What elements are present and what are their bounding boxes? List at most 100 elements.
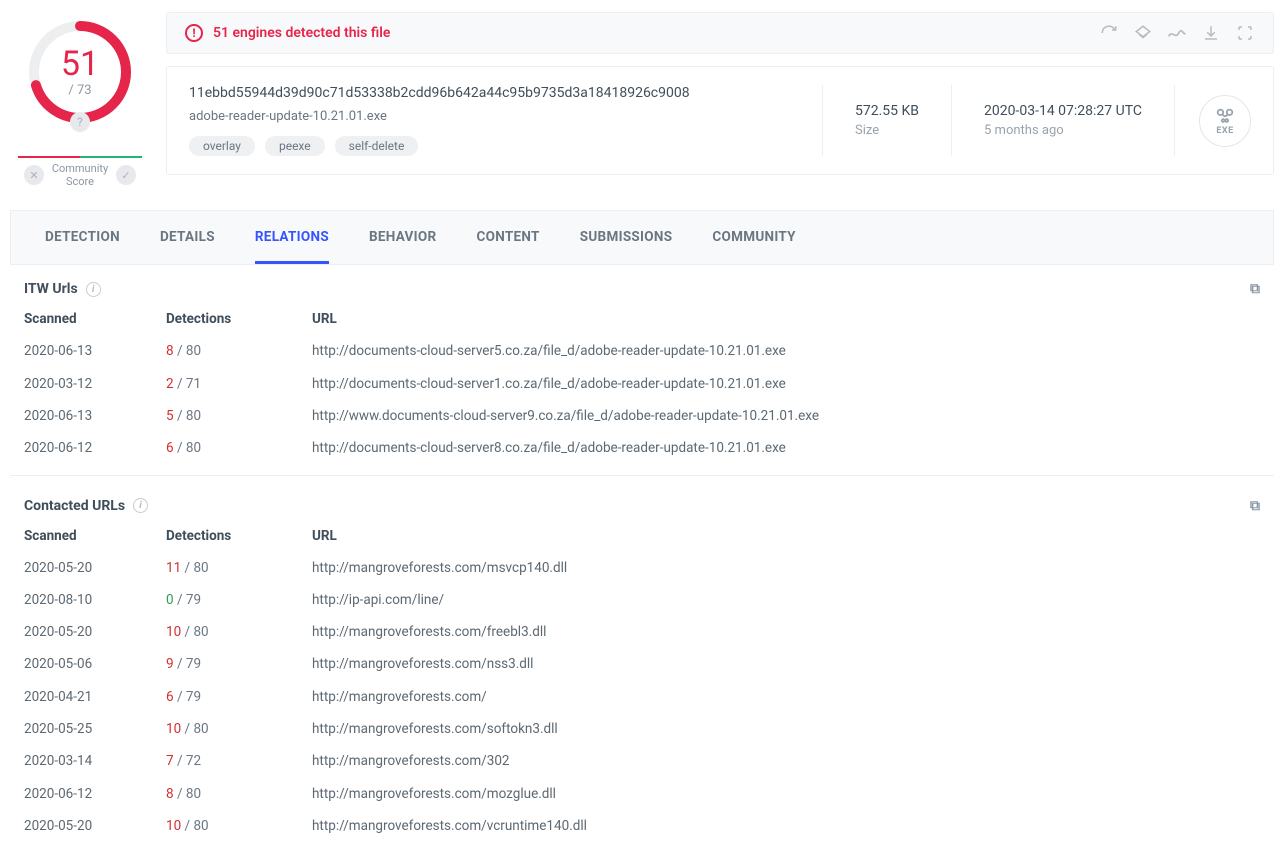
cell-detections: 6 / 80: [166, 436, 312, 460]
download-icon[interactable]: [1201, 23, 1221, 43]
cell-detections: 10 / 80: [166, 814, 312, 838]
alert-bar: ! 51 engines detected this file: [166, 12, 1274, 54]
tag[interactable]: self-delete: [335, 136, 419, 156]
table-row[interactable]: 2020-05-2010 / 80http://mangroveforests.…: [10, 810, 1274, 842]
section-itw-title: ITW Urls: [24, 281, 78, 297]
cell-url: http://mangroveforests.com/302: [312, 749, 1260, 773]
tab-content[interactable]: CONTENT: [476, 211, 539, 264]
cell-scanned: 2020-04-21: [24, 685, 166, 709]
copy-icon[interactable]: ⧉: [1250, 281, 1260, 297]
cell-url: http://mangroveforests.com/nss3.dll: [312, 652, 1260, 676]
info-icon[interactable]: i: [86, 282, 101, 297]
file-hash: 11ebbd55944d39d90c71d53338b2cdd96b642a44…: [189, 85, 798, 101]
info-icon[interactable]: i: [133, 498, 148, 513]
col-scanned: Scanned: [24, 311, 166, 327]
community-score-label: Community Score: [50, 162, 110, 188]
col-detections: Detections: [166, 311, 312, 327]
table-row[interactable]: 2020-05-2010 / 80http://mangroveforests.…: [10, 616, 1274, 648]
file-info-card: 11ebbd55944d39d90c71d53338b2cdd96b642a44…: [166, 66, 1274, 175]
cell-scanned: 2020-05-25: [24, 717, 166, 741]
cell-url: http://mangroveforests.com/softokn3.dll: [312, 717, 1260, 741]
tag[interactable]: peexe: [265, 136, 325, 156]
cell-scanned: 2020-03-12: [24, 372, 166, 396]
cell-detections: 10 / 80: [166, 717, 312, 741]
cell-url: http://documents-cloud-server8.co.za/fil…: [312, 436, 1260, 460]
cell-url: http://documents-cloud-server5.co.za/fil…: [312, 339, 1260, 363]
col-scanned: Scanned: [24, 528, 166, 544]
cell-detections: 6 / 79: [166, 685, 312, 709]
cell-detections: 9 / 79: [166, 652, 312, 676]
community-bar: [18, 156, 142, 158]
cell-scanned: 2020-06-12: [24, 436, 166, 460]
contacted-table: Scanned Detections URL 2020-05-2011 / 80…: [10, 524, 1274, 842]
community-help-icon[interactable]: ?: [70, 112, 90, 132]
cell-scanned: 2020-06-12: [24, 782, 166, 806]
cell-scanned: 2020-03-14: [24, 749, 166, 773]
cell-detections: 7 / 72: [166, 749, 312, 773]
section-itw-header: ITW Urls i ⧉: [10, 265, 1274, 307]
table-row[interactable]: 2020-06-135 / 80http://www.documents-clo…: [10, 400, 1274, 432]
file-size-label: Size: [855, 123, 919, 138]
tab-details[interactable]: DETAILS: [160, 211, 215, 264]
community-dislike-icon[interactable]: ✕: [24, 165, 44, 185]
cell-url: http://mangroveforests.com/: [312, 685, 1260, 709]
cell-url: http://www.documents-cloud-server9.co.za…: [312, 404, 1260, 428]
col-url: URL: [312, 311, 1260, 327]
section-contacted-header: Contacted URLs i ⧉: [10, 482, 1274, 524]
cell-detections: 11 / 80: [166, 556, 312, 580]
table-row[interactable]: 2020-05-2011 / 80http://mangroveforests.…: [10, 552, 1274, 584]
tag[interactable]: overlay: [189, 136, 255, 156]
copy-icon[interactable]: ⧉: [1250, 498, 1260, 514]
cell-detections: 8 / 80: [166, 339, 312, 363]
table-row[interactable]: 2020-03-147 / 72http://mangroveforests.c…: [10, 745, 1274, 777]
table-row[interactable]: 2020-06-128 / 80http://mangroveforests.c…: [10, 778, 1274, 810]
table-row[interactable]: 2020-05-069 / 79http://mangroveforests.c…: [10, 648, 1274, 680]
tab-behavior[interactable]: BEHAVIOR: [369, 211, 437, 264]
scan-date-relative: 5 months ago: [984, 123, 1142, 138]
table-row[interactable]: 2020-08-100 / 79http://ip-api.com/line/: [10, 584, 1274, 616]
tab-submissions[interactable]: SUBMISSIONS: [580, 211, 673, 264]
tab-community[interactable]: COMMUNITY: [712, 211, 796, 264]
scan-date: 2020-03-14 07:28:27 UTC: [984, 103, 1142, 119]
cell-url: http://mangroveforests.com/mozglue.dll: [312, 782, 1260, 806]
file-size: 572.55 KB: [855, 103, 919, 119]
cell-url: http://mangroveforests.com/msvcp140.dll: [312, 556, 1260, 580]
cell-detections: 8 / 80: [166, 782, 312, 806]
cell-scanned: 2020-08-10: [24, 588, 166, 612]
section-contacted-title: Contacted URLs: [24, 498, 125, 514]
detection-count: 51: [61, 47, 99, 81]
table-row[interactable]: 2020-06-126 / 80http://documents-cloud-s…: [10, 432, 1274, 464]
filetype-icon: EXE: [1199, 95, 1251, 147]
score-widget: 51 / 73 ? ✕ Community Score ✓: [10, 12, 150, 188]
cell-url: http://ip-api.com/line/: [312, 588, 1260, 612]
table-row[interactable]: 2020-03-122 / 71http://documents-cloud-s…: [10, 368, 1274, 400]
table-row[interactable]: 2020-04-216 / 79http://mangroveforests.c…: [10, 681, 1274, 713]
file-name: adobe-reader-update-10.21.01.exe: [189, 109, 798, 124]
similar-icon[interactable]: [1133, 23, 1153, 43]
warning-icon: !: [185, 24, 203, 42]
cell-detections: 10 / 80: [166, 620, 312, 644]
tab-detection[interactable]: DETECTION: [45, 211, 120, 264]
cell-scanned: 2020-06-13: [24, 339, 166, 363]
cell-detections: 0 / 79: [166, 588, 312, 612]
cell-scanned: 2020-05-20: [24, 620, 166, 644]
cell-scanned: 2020-05-06: [24, 652, 166, 676]
reanalyze-icon[interactable]: [1099, 23, 1119, 43]
cell-url: http://mangroveforests.com/vcruntime140.…: [312, 814, 1260, 838]
community-like-icon[interactable]: ✓: [116, 165, 136, 185]
table-row[interactable]: 2020-05-2510 / 80http://mangroveforests.…: [10, 713, 1274, 745]
cell-detections: 5 / 80: [166, 404, 312, 428]
graph-icon[interactable]: [1167, 23, 1187, 43]
expand-icon[interactable]: [1235, 23, 1255, 43]
detection-gauge: 51 / 73: [26, 18, 134, 126]
table-row[interactable]: 2020-06-138 / 80http://documents-cloud-s…: [10, 335, 1274, 367]
tab-relations[interactable]: RELATIONS: [255, 211, 329, 264]
itw-table: Scanned Detections URL 2020-06-138 / 80h…: [10, 307, 1274, 464]
detection-total: / 73: [68, 83, 91, 98]
cell-scanned: 2020-06-13: [24, 404, 166, 428]
cell-url: http://mangroveforests.com/freebl3.dll: [312, 620, 1260, 644]
filetype-label: EXE: [1216, 126, 1233, 136]
cell-scanned: 2020-05-20: [24, 556, 166, 580]
cell-url: http://documents-cloud-server1.co.za/fil…: [312, 372, 1260, 396]
col-url: URL: [312, 528, 1260, 544]
